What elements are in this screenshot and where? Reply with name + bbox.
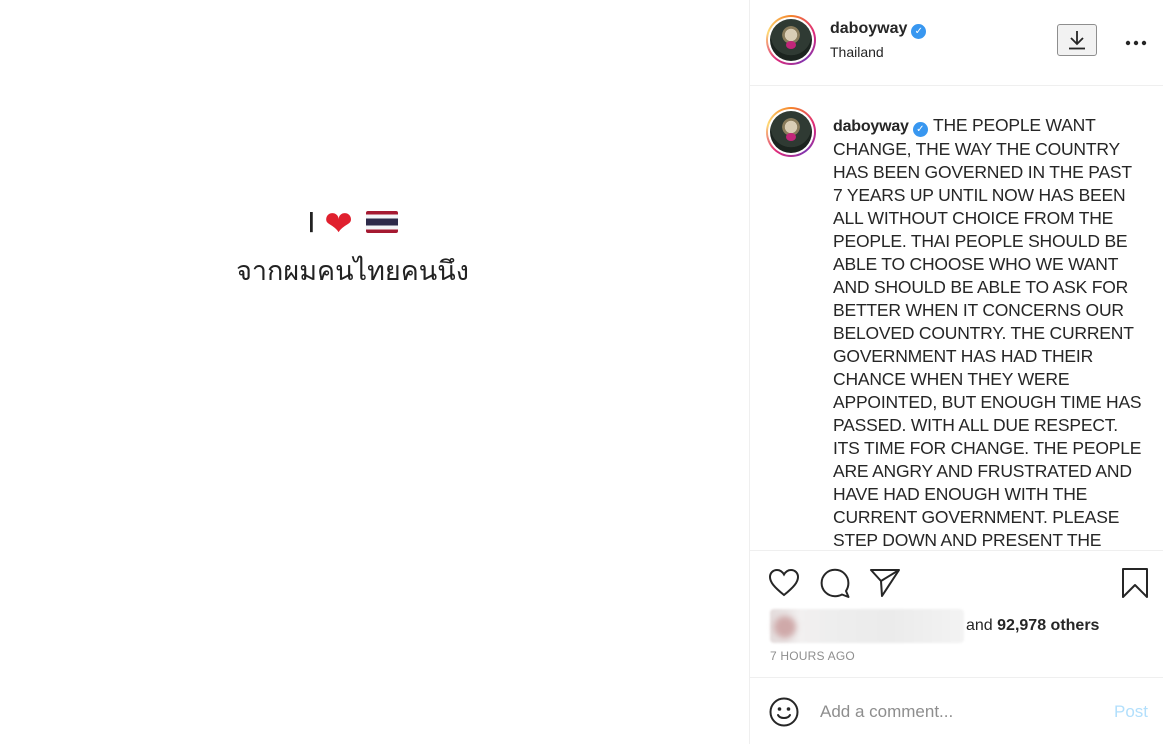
emoji-button[interactable]	[768, 696, 800, 728]
bookmark-icon	[1122, 568, 1148, 598]
verified-badge-icon: ✓	[912, 122, 928, 137]
heart-emoji-icon: ❤	[324, 204, 353, 244]
liked-by-blurred[interactable]	[770, 609, 964, 643]
likes-others[interactable]: 92,978 others	[997, 617, 1099, 634]
thailand-flag-icon	[365, 211, 398, 233]
header-location[interactable]: Thailand	[830, 44, 884, 60]
image-text-line2: จากผมคนไทยคนนึง	[236, 256, 469, 287]
caption-username[interactable]: daboyway	[833, 118, 909, 135]
caption-avatar[interactable]	[766, 107, 816, 157]
emoji-icon	[769, 697, 799, 727]
download-icon	[1069, 31, 1085, 50]
comment-button[interactable]	[819, 567, 851, 599]
like-button[interactable]	[768, 567, 800, 599]
save-button[interactable]	[1119, 567, 1151, 599]
likes-row: and 92,978 others	[770, 609, 1099, 643]
comment-icon	[820, 568, 850, 598]
caption-text: daboyway ✓ THE PEOPLE WANT CHANGE, THE WA…	[833, 114, 1143, 550]
share-button[interactable]	[869, 567, 901, 599]
post-comment-button[interactable]: Post	[1114, 702, 1148, 722]
post-side-panel: daboyway ✓ Thailand daboyway ✓ THE PEOPLE …	[750, 0, 1163, 744]
likes-prefix: and	[966, 617, 993, 634]
comment-input[interactable]	[820, 700, 1090, 724]
image-text-i: I	[307, 206, 316, 239]
likes-count[interactable]: and 92,978 others	[966, 617, 1099, 635]
post-header: daboyway ✓ Thailand	[750, 0, 1163, 86]
comment-section: Post	[750, 677, 1163, 744]
more-options-button[interactable]	[1124, 26, 1148, 54]
download-button[interactable]	[1057, 24, 1097, 56]
post-timestamp[interactable]: 7 HOURS AGO	[770, 649, 855, 663]
more-options-icon	[1125, 40, 1147, 46]
header-avatar[interactable]	[766, 15, 816, 65]
caption-area[interactable]: daboyway ✓ THE PEOPLE WANT CHANGE, THE WA…	[750, 87, 1163, 550]
caption-body: THE PEOPLE WANT CHANGE, THE WAY THE COUN…	[833, 115, 1142, 550]
share-icon	[870, 569, 900, 597]
header-username[interactable]: daboyway	[830, 20, 907, 37]
header-username-row: daboyway ✓	[830, 20, 927, 39]
heart-icon	[768, 568, 800, 597]
image-text-line1: I ❤	[0, 203, 705, 244]
actions-section: and 92,978 others 7 HOURS AGO	[750, 550, 1163, 677]
post-image[interactable]: I ❤ จากผมคนไทยคนนึง	[0, 0, 749, 744]
verified-badge-icon: ✓	[911, 24, 927, 39]
